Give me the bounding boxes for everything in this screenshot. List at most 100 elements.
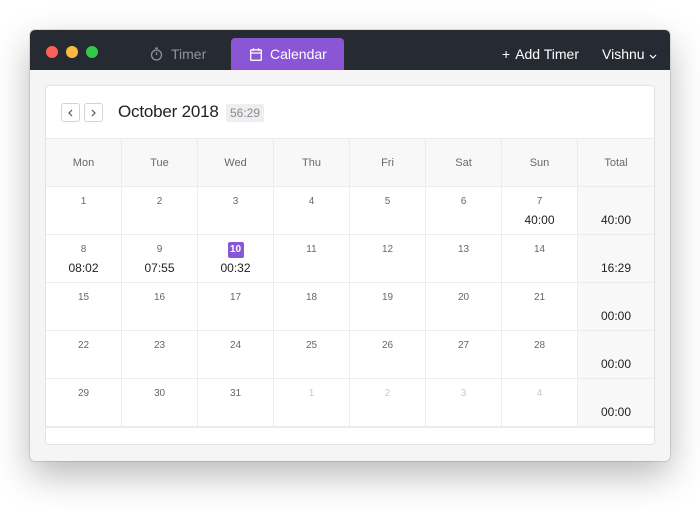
day-cell[interactable]: 3 bbox=[198, 187, 274, 235]
empty-row-cell bbox=[578, 427, 654, 428]
day-cell[interactable]: 4 bbox=[274, 187, 350, 235]
day-number: 29 bbox=[77, 388, 90, 399]
day-cell[interactable]: 11 bbox=[274, 235, 350, 283]
day-cell[interactable]: 13 bbox=[426, 235, 502, 283]
day-number: 26 bbox=[381, 340, 394, 351]
month-total-badge: 56:29 bbox=[226, 104, 265, 122]
day-number: 20 bbox=[457, 292, 470, 303]
day-time-total: 40:00 bbox=[524, 213, 555, 227]
minimize-window-button[interactable] bbox=[66, 46, 78, 58]
week-total-cell: 00:00 bbox=[578, 283, 654, 331]
tab-calendar[interactable]: Calendar bbox=[231, 38, 344, 70]
day-time-total: 07:55 bbox=[144, 261, 175, 275]
calendar-header: October 2018 56:29 bbox=[46, 86, 654, 138]
day-cell[interactable]: 19 bbox=[350, 283, 426, 331]
day-cell[interactable]: 8 08:02 bbox=[46, 235, 122, 283]
empty-row-cell bbox=[46, 427, 122, 428]
day-cell[interactable]: 5 bbox=[350, 187, 426, 235]
day-number: 6 bbox=[460, 196, 467, 207]
day-cell[interactable]: 30 bbox=[122, 379, 198, 427]
empty-row-cell bbox=[350, 427, 426, 428]
tab-timer[interactable]: Timer bbox=[131, 38, 225, 70]
day-cell[interactable]: 10 00:32 bbox=[198, 235, 274, 283]
today-day-number: 10 bbox=[227, 242, 244, 258]
day-number: 31 bbox=[229, 388, 242, 399]
day-cell[interactable]: 14 bbox=[502, 235, 578, 283]
day-cell[interactable]: 15 bbox=[46, 283, 122, 331]
day-cell[interactable]: 9 07:55 bbox=[122, 235, 198, 283]
week-total-value: 00:00 bbox=[600, 357, 632, 371]
day-cell[interactable]: 24 bbox=[198, 331, 274, 379]
day-cell[interactable]: 2 bbox=[122, 187, 198, 235]
day-cell[interactable]: 20 bbox=[426, 283, 502, 331]
chevron-right-icon bbox=[91, 104, 96, 122]
day-number: 4 bbox=[308, 196, 315, 207]
day-number: 11 bbox=[306, 244, 317, 255]
day-number: 8 bbox=[80, 244, 87, 255]
day-number: 9 bbox=[156, 244, 163, 255]
day-number: 12 bbox=[381, 244, 394, 255]
day-cell[interactable]: 25 bbox=[274, 331, 350, 379]
day-number: 5 bbox=[384, 196, 391, 207]
day-cell[interactable]: 27 bbox=[426, 331, 502, 379]
day-number: 16 bbox=[153, 292, 166, 303]
week-total-cell: 40:00 bbox=[578, 187, 654, 235]
day-cell[interactable]: 7 40:00 bbox=[502, 187, 578, 235]
day-cell[interactable]: 18 bbox=[274, 283, 350, 331]
day-number: 21 bbox=[533, 292, 546, 303]
calendar-grid: Mon Tue Wed Thu Fri Sat Sun Total 1 2 3 4 5 6 7 40:00 40… bbox=[46, 138, 654, 428]
day-number: 7 bbox=[536, 196, 543, 207]
day-cell[interactable]: 1 bbox=[274, 379, 350, 427]
weekday-header: Total bbox=[578, 139, 654, 187]
day-number: 23 bbox=[153, 340, 166, 351]
day-number: 27 bbox=[457, 340, 470, 351]
tab-calendar-label: Calendar bbox=[270, 46, 327, 62]
maximize-window-button[interactable] bbox=[86, 46, 98, 58]
month-title: October 2018 bbox=[118, 102, 219, 121]
chevron-down-icon bbox=[649, 46, 657, 62]
day-number: 1 bbox=[80, 196, 87, 207]
weekday-header: Fri bbox=[350, 139, 426, 187]
weekday-header: Mon bbox=[46, 139, 122, 187]
day-number: 18 bbox=[305, 292, 318, 303]
prev-month-button[interactable] bbox=[61, 103, 80, 122]
day-cell[interactable]: 21 bbox=[502, 283, 578, 331]
day-cell[interactable]: 4 bbox=[502, 379, 578, 427]
weekday-header: Tue bbox=[122, 139, 198, 187]
next-month-button[interactable] bbox=[84, 103, 103, 122]
day-number: 14 bbox=[533, 244, 546, 255]
day-cell[interactable]: 3 bbox=[426, 379, 502, 427]
day-number: 17 bbox=[229, 292, 242, 303]
add-timer-button[interactable]: + Add Timer bbox=[502, 38, 579, 70]
day-cell[interactable]: 23 bbox=[122, 331, 198, 379]
add-timer-label: Add Timer bbox=[515, 46, 579, 62]
week-total-value: 00:00 bbox=[600, 309, 632, 323]
day-cell[interactable]: 22 bbox=[46, 331, 122, 379]
empty-row-cell bbox=[122, 427, 198, 428]
week-total-cell: 00:00 bbox=[578, 379, 654, 427]
day-cell[interactable]: 31 bbox=[198, 379, 274, 427]
day-time-total: 08:02 bbox=[68, 261, 99, 275]
weekday-header: Sun bbox=[502, 139, 578, 187]
day-number: 28 bbox=[533, 340, 546, 351]
empty-row-cell bbox=[198, 427, 274, 428]
day-cell[interactable]: 6 bbox=[426, 187, 502, 235]
weekday-header: Wed bbox=[198, 139, 274, 187]
day-number: 4 bbox=[536, 388, 543, 399]
user-menu[interactable]: Vishnu bbox=[602, 38, 657, 70]
user-name: Vishnu bbox=[602, 46, 645, 62]
day-cell[interactable]: 2 bbox=[350, 379, 426, 427]
calendar-card: October 2018 56:29 Mon Tue Wed Thu Fri Sat Sun… bbox=[45, 85, 655, 445]
day-cell[interactable]: 28 bbox=[502, 331, 578, 379]
day-cell[interactable]: 29 bbox=[46, 379, 122, 427]
day-number: 24 bbox=[229, 340, 242, 351]
day-cell[interactable]: 1 bbox=[46, 187, 122, 235]
day-cell[interactable]: 12 bbox=[350, 235, 426, 283]
day-number: 19 bbox=[381, 292, 394, 303]
day-number: 2 bbox=[384, 388, 391, 399]
day-cell[interactable]: 17 bbox=[198, 283, 274, 331]
day-cell[interactable]: 26 bbox=[350, 331, 426, 379]
close-window-button[interactable] bbox=[46, 46, 58, 58]
day-cell[interactable]: 16 bbox=[122, 283, 198, 331]
day-time-total: 00:32 bbox=[220, 261, 251, 275]
